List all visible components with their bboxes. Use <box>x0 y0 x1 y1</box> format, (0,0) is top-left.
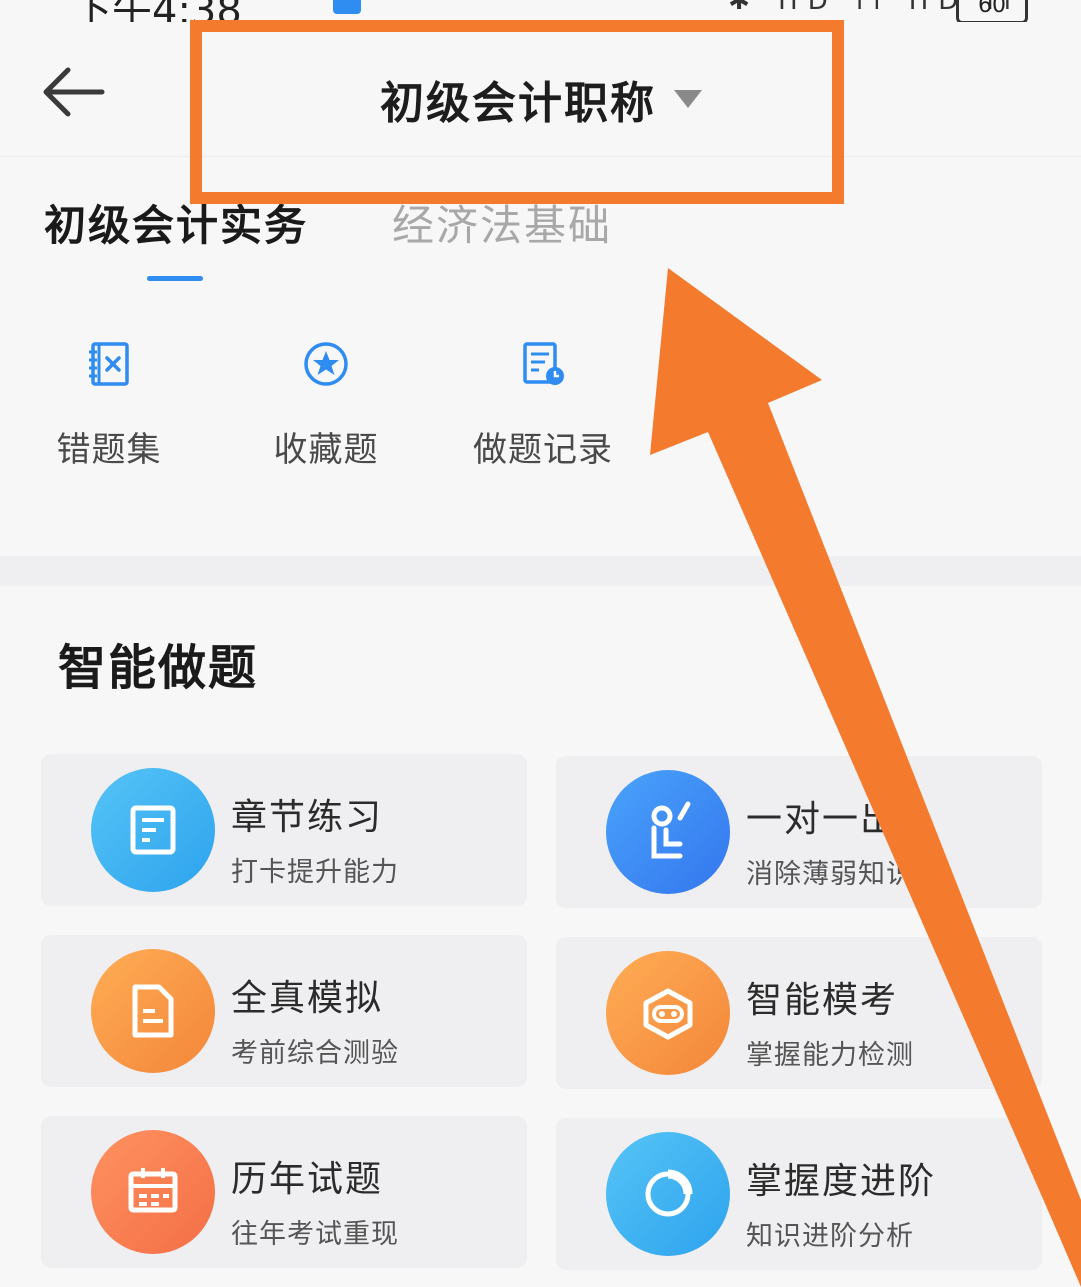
annotation-arrow-icon <box>650 268 1081 1287</box>
